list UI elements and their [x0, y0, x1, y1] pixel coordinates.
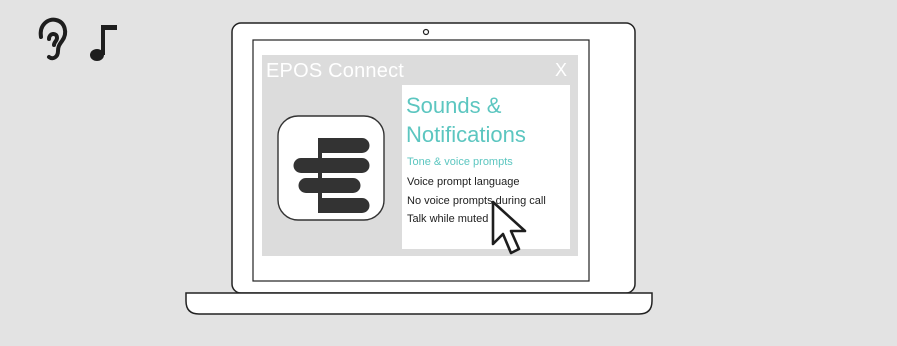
- page-title-line-1: Sounds &: [406, 93, 502, 118]
- laptop-base: [185, 292, 653, 315]
- page-title: Sounds & Notifications: [406, 91, 566, 149]
- menu-item-talk-while-muted[interactable]: Talk while muted: [407, 213, 488, 225]
- webcam: [422, 28, 430, 36]
- menu-item-voice-prompt-language[interactable]: Voice prompt language: [407, 176, 520, 188]
- page-title-line-2: Notifications: [406, 122, 526, 147]
- mouse-pointer-icon: [491, 200, 527, 255]
- section-heading: Tone & voice prompts: [407, 156, 513, 168]
- app-title: EPOS Connect: [266, 60, 405, 82]
- close-button[interactable]: X: [553, 60, 569, 81]
- epos-logo-icon: [277, 115, 385, 221]
- laptop-illustration: [185, 22, 653, 315]
